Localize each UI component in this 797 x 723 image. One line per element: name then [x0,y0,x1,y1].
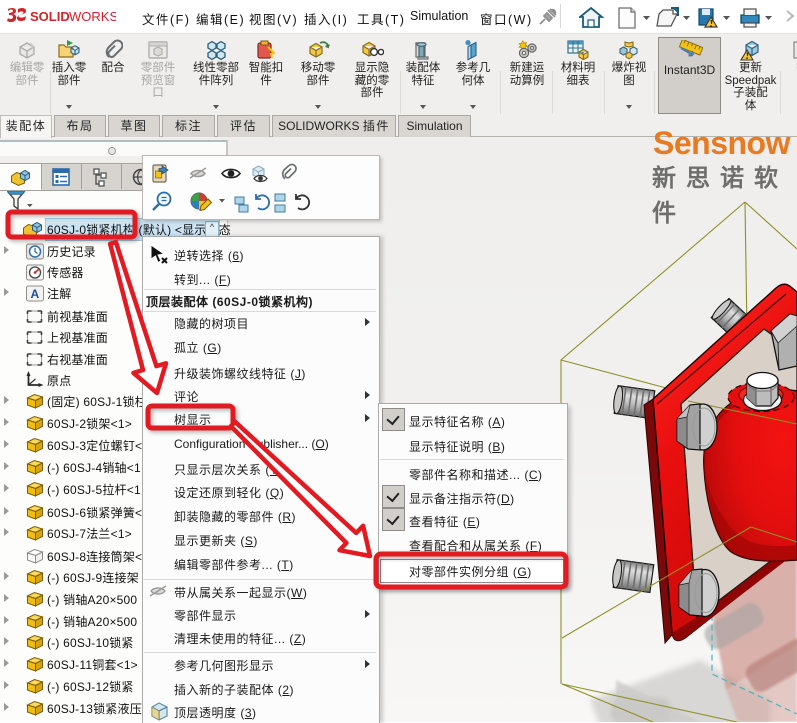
svg-text:SOLID: SOLID [30,9,70,24]
svg-text:WORKS: WORKS [69,9,116,24]
